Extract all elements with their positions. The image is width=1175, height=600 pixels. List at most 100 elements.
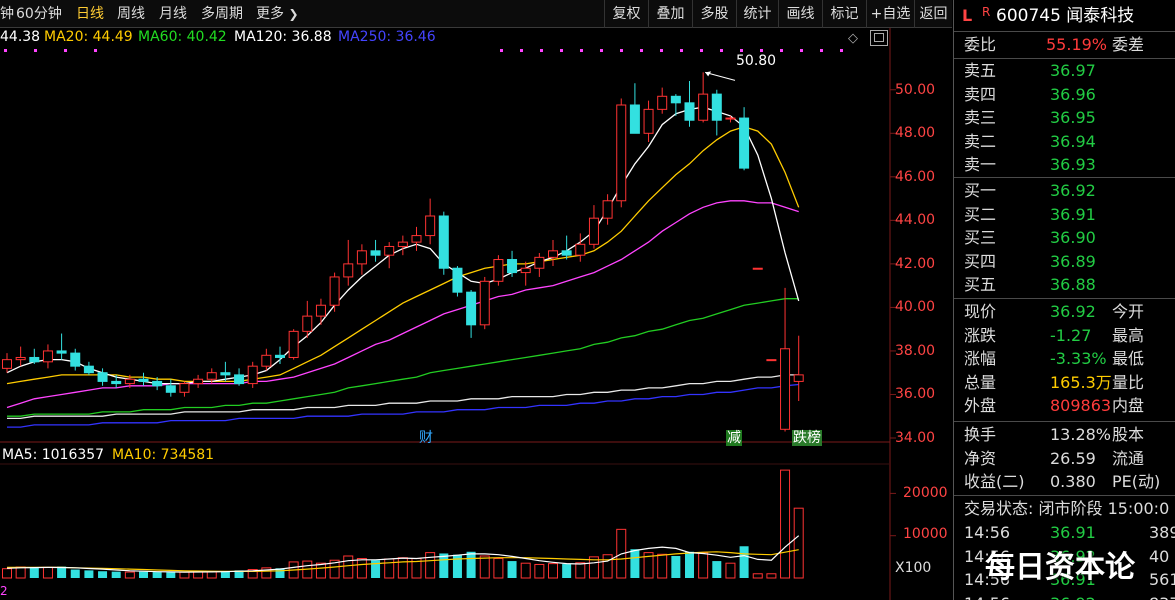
bid-row: 买四 36.89	[954, 250, 1175, 274]
price-tick-label: 48.00	[895, 125, 936, 142]
bid-row: 买三 36.90	[954, 226, 1175, 250]
period-tab-more[interactable]: 更多 ❯	[256, 0, 299, 28]
period-tab-monthly[interactable]: 月线	[159, 0, 187, 28]
bid-level-label: 买三	[964, 228, 997, 248]
period-tab-60min[interactable]: 60分钟	[16, 0, 62, 28]
event-mark-finance[interactable]: 财	[418, 430, 434, 446]
period-tab-daily[interactable]: 日线	[76, 0, 104, 28]
event-mark-drop-list[interactable]: 跌榜	[792, 430, 822, 446]
bid-price: 36.88	[1050, 275, 1096, 295]
volume-bar-down	[166, 572, 176, 578]
volume-bar-down	[671, 556, 681, 578]
dot-marker	[560, 49, 563, 52]
ask-level-label: 卖一	[964, 155, 997, 174]
volume-bar-up	[793, 507, 804, 579]
candle-body-up	[657, 95, 668, 110]
stock-code-name: 600745 闻泰科技	[996, 6, 1135, 26]
tick-time: 14:56	[964, 592, 1010, 600]
volume-bar-up	[315, 562, 326, 579]
dot-marker	[600, 49, 603, 52]
ask-price: 36.94	[1050, 131, 1096, 151]
volume-ma10-legend: MA10: 734581	[112, 447, 215, 463]
volume-bar-up	[698, 552, 709, 579]
candle-body-down	[438, 215, 449, 269]
candle-body-up	[206, 372, 217, 380]
multi-stock-button[interactable]: 多股	[692, 0, 736, 28]
diamond-icon[interactable]: ◇	[848, 31, 858, 46]
ask-row: 卖三 36.95	[954, 106, 1175, 130]
candle-body-down	[29, 356, 40, 363]
candle-body-up	[329, 276, 340, 306]
tick-row: 14:56 36.92 837	[954, 592, 1175, 600]
candle-body-down	[684, 102, 695, 121]
ma60-legend: MA60: 40.42	[138, 29, 227, 45]
event-mark-reduce[interactable]: 减	[726, 430, 742, 446]
volume-bar-up	[425, 552, 436, 579]
period-tab-minute[interactable]: 钟	[0, 0, 14, 28]
volume-bar-down	[57, 566, 67, 578]
mark-button[interactable]: 标记	[822, 0, 866, 28]
dot-marker	[840, 49, 843, 52]
chart-canvas	[0, 28, 896, 600]
restore-rights-button[interactable]: 复权	[604, 0, 648, 28]
stat-label-2: 最高	[1112, 325, 1145, 345]
candle-body-up	[193, 378, 204, 385]
ask-price: 36.96	[1050, 84, 1096, 104]
stat-value: 36.92	[1050, 302, 1096, 321]
price-tick-label: 34.00	[895, 430, 936, 446]
candle-body-down	[97, 372, 108, 382]
statistics-button[interactable]: 统计	[736, 0, 778, 28]
tick-price: 36.92	[1050, 592, 1096, 600]
candle-body-up	[42, 350, 53, 363]
stat-label: 涨跌	[964, 325, 997, 345]
dot-marker	[500, 49, 503, 52]
back-button[interactable]: 返回	[914, 0, 952, 28]
volume-bar-down	[29, 567, 39, 578]
price-tick-label: 36.00	[895, 386, 936, 403]
bid-level-label: 买一	[964, 181, 997, 200]
candle-body-up	[425, 215, 436, 237]
candle-body-down	[670, 95, 681, 104]
volume-bar-up	[548, 563, 558, 579]
stat-label: 外盘	[964, 396, 997, 416]
volume-bar-down	[630, 549, 640, 578]
stat2-row: 换手 13.28% 股本	[954, 423, 1175, 447]
price-tick-label: 44.00	[895, 212, 936, 229]
window-restore-icon[interactable]	[870, 30, 888, 46]
dot-marker	[740, 49, 743, 52]
ask-price: 36.93	[1050, 155, 1096, 174]
overlay-button[interactable]: 叠加	[648, 0, 692, 28]
candle-body-up	[315, 304, 326, 317]
volume-bar-up	[575, 562, 586, 579]
ma10-line	[6, 126, 800, 385]
volume-bar-up	[752, 573, 763, 579]
candle-body-down	[507, 259, 518, 274]
volume-bar-up	[493, 558, 504, 579]
volume-bar-up	[397, 557, 408, 579]
volume-bar-down	[84, 570, 94, 578]
dot-marker	[700, 49, 703, 52]
candle-body-down	[83, 365, 94, 374]
dot-marker	[640, 49, 643, 52]
candle-body-down	[70, 352, 81, 367]
volume-tick-10000: 10000	[903, 526, 948, 542]
ask-row: 卖五 36.97	[954, 59, 1175, 83]
period-tab-weekly[interactable]: 周线	[117, 0, 145, 28]
candle-body-up	[15, 356, 26, 361]
ask-row: 卖二 36.94	[954, 130, 1175, 154]
volume-ma5-legend: MA5: 1016357	[2, 447, 105, 463]
volume-unit: X100	[895, 560, 932, 576]
candle-body-down	[629, 104, 640, 134]
kline-chart[interactable]: 44.38 MA20: 44.49 MA60: 40.42 MA120: 36.…	[0, 28, 952, 600]
dot-marker	[520, 49, 523, 52]
tick-volume: 40	[1149, 546, 1170, 566]
volume-bar-down	[111, 571, 121, 578]
draw-line-button[interactable]: 画线	[778, 0, 822, 28]
period-tab-multi[interactable]: 多周期	[201, 0, 243, 28]
candle-body-down	[370, 250, 381, 256]
bid-price: 36.90	[1050, 228, 1096, 248]
volume-bar-up	[602, 554, 613, 579]
candle-body-up	[479, 280, 490, 326]
add-watchlist-button[interactable]: +自选	[866, 0, 914, 28]
candle-body-down	[234, 374, 245, 385]
